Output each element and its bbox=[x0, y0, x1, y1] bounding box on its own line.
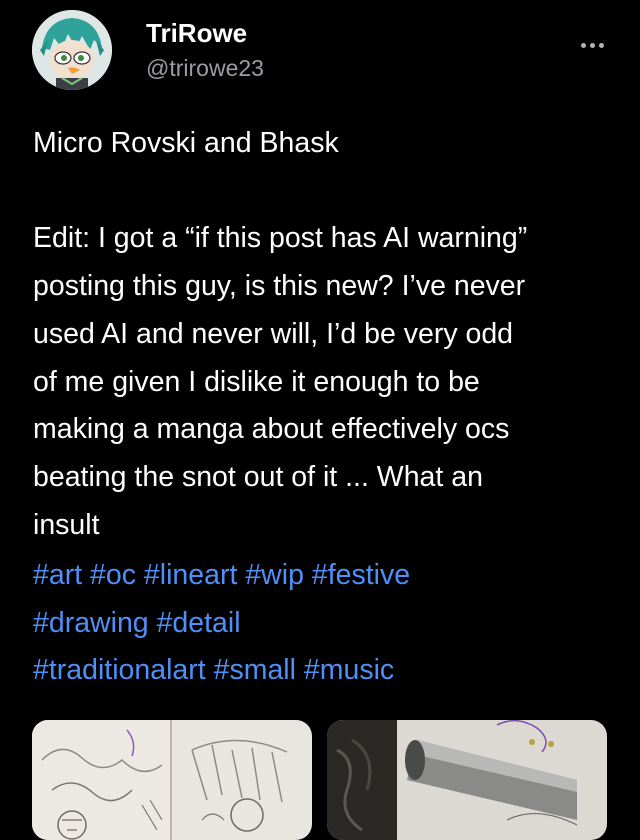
tag-line: #drawing #detail bbox=[33, 600, 623, 648]
more-dot-icon bbox=[598, 42, 604, 48]
post-title-line: Micro Rovski and Bhask bbox=[33, 127, 339, 159]
tag-link[interactable]: #oc bbox=[90, 559, 136, 591]
tag-link[interactable]: #art bbox=[33, 559, 82, 591]
author-name[interactable]: TriRowe bbox=[146, 16, 247, 50]
more-dot-icon bbox=[589, 42, 595, 48]
post-body: Micro Rovski and Bhask Edit: I got a “if… bbox=[33, 120, 623, 549]
post-edit-line: posting this guy, is this new? I’ve neve… bbox=[33, 270, 526, 303]
tag-line: #traditionalart #small #music bbox=[33, 647, 623, 695]
media-image[interactable] bbox=[327, 720, 607, 840]
tag-link[interactable]: #music bbox=[304, 654, 394, 686]
tag-link[interactable]: #small bbox=[214, 654, 296, 686]
tag-line: #art #oc #lineart #wip #festive bbox=[33, 552, 623, 600]
author-handle[interactable]: @trirowe23 bbox=[146, 52, 264, 84]
avatar[interactable] bbox=[32, 10, 112, 90]
tag-link[interactable]: #wip bbox=[245, 559, 304, 591]
avatar-character-icon bbox=[32, 10, 112, 90]
post-edit-line: insult bbox=[33, 508, 100, 541]
post-edit-line: Edit: I got a “if this post has AI warni… bbox=[33, 222, 528, 255]
tag-link[interactable]: #festive bbox=[312, 559, 410, 591]
post: TriRowe @trirowe23 Micro Rovski and Bhas… bbox=[0, 0, 640, 840]
tag-link[interactable]: #lineart bbox=[144, 559, 237, 591]
tag-link[interactable]: #drawing bbox=[33, 607, 149, 639]
sketch-image-icon bbox=[327, 720, 607, 840]
more-options-button[interactable] bbox=[572, 30, 612, 60]
post-edit-line: used AI and never will, I’d be very odd bbox=[33, 317, 514, 350]
post-edit-line: beating the snot out of it ... What an bbox=[33, 460, 483, 493]
sketch-image-icon bbox=[32, 720, 312, 840]
tag-link[interactable]: #traditionalart bbox=[33, 654, 206, 686]
more-dot-icon bbox=[580, 42, 586, 48]
post-edit-line: making a manga about effectively ocs bbox=[33, 413, 510, 446]
post-edit-line: of me given I dislike it enough to be bbox=[33, 365, 480, 398]
tag-list: #art #oc #lineart #wip #festive #drawing… bbox=[33, 552, 623, 695]
tag-link[interactable]: #detail bbox=[157, 607, 241, 639]
media-image[interactable] bbox=[32, 720, 312, 840]
